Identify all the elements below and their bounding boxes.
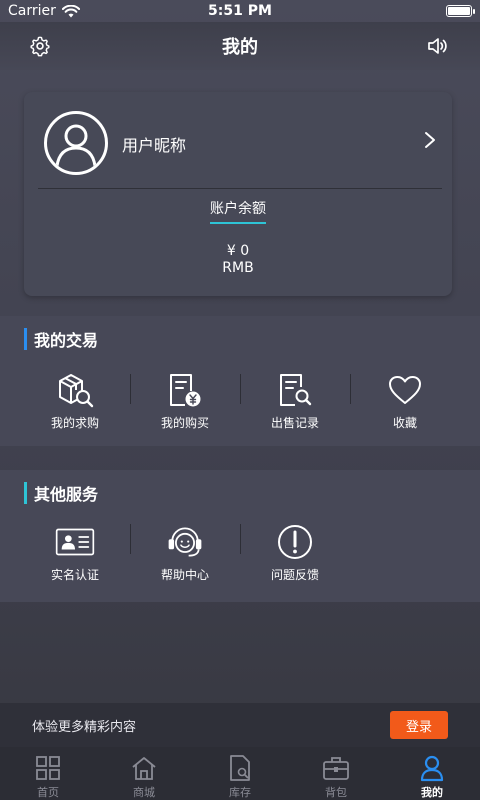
balance-unit: RMB <box>222 260 254 276</box>
trade-section: 我的交易 我的求购 我的购买 出售记录 收藏 <box>0 316 480 446</box>
tab-mall-label: 商城 <box>133 786 155 799</box>
battery-icon <box>446 5 475 17</box>
tab-bar: 首页 商城 库存 背包 我的 <box>0 747 480 800</box>
box-search-icon <box>55 370 95 410</box>
balance-label: 账户余额 <box>24 198 452 224</box>
exclamation-circle-icon <box>275 522 315 562</box>
tab-me[interactable]: 我的 <box>384 747 480 800</box>
favorites-label: 收藏 <box>392 416 417 430</box>
inventory-icon <box>225 754 255 782</box>
avatar[interactable] <box>44 111 108 175</box>
balance-label-text: 账户余额 <box>210 198 266 224</box>
id-card-icon <box>55 522 95 562</box>
help-center-label: 帮助中心 <box>160 568 209 582</box>
divider <box>38 188 442 189</box>
tab-mall[interactable]: 商城 <box>96 747 192 800</box>
nickname[interactable]: 用户昵称 <box>122 132 186 156</box>
home-icon <box>129 754 159 782</box>
status-left: Carrier <box>8 3 80 19</box>
login-prompt-text: 体验更多精彩内容 <box>32 719 137 735</box>
my-purchases-label: 我的购买 <box>160 416 209 430</box>
sound-button[interactable] <box>424 32 452 60</box>
tab-home-label: 首页 <box>37 786 59 799</box>
help-center-item[interactable]: 帮助中心 <box>130 522 240 592</box>
tab-home[interactable]: 首页 <box>0 747 96 800</box>
user-avatar-icon <box>55 124 97 167</box>
trade-section-title: 我的交易 <box>24 328 98 350</box>
heart-icon <box>385 370 425 410</box>
balance-value: ¥ 0 <box>226 243 250 259</box>
tab-me-label: 我的 <box>421 786 443 799</box>
chevron-right-icon[interactable] <box>422 130 438 150</box>
feedback-item[interactable]: 问题反馈 <box>240 522 350 592</box>
my-requests-label: 我的求购 <box>50 416 99 430</box>
page-title: 我的 <box>222 37 258 58</box>
wifi-icon <box>61 4 80 17</box>
tab-backpack[interactable]: 背包 <box>288 747 384 800</box>
real-name-auth-label: 实名认证 <box>50 568 99 582</box>
grid-icon <box>33 754 63 782</box>
services-section-title: 其他服务 <box>24 482 98 504</box>
my-requests-item[interactable]: 我的求购 <box>20 370 130 440</box>
profile-card[interactable]: 用户昵称 账户余额 ¥ 0 RMB <box>24 92 452 296</box>
favorites-item[interactable]: 收藏 <box>350 370 460 440</box>
backpack-icon <box>321 754 351 782</box>
services-section: 其他服务 实名认证 帮助中心 问题反馈 <box>0 470 480 602</box>
document-search-icon <box>275 370 315 410</box>
status-bar: Carrier 5:51 PM <box>0 0 480 22</box>
tab-inventory[interactable]: 库存 <box>192 747 288 800</box>
feedback-label: 问题反馈 <box>270 568 319 582</box>
real-name-auth-item[interactable]: 实名认证 <box>20 522 130 592</box>
person-icon <box>417 754 447 782</box>
sales-record-label: 出售记录 <box>270 416 319 430</box>
settings-button[interactable] <box>26 32 54 60</box>
login-button[interactable]: 登录 <box>390 711 448 739</box>
receipt-yuan-icon <box>165 370 205 410</box>
carrier-label: Carrier <box>8 3 56 19</box>
headset-icon <box>165 522 205 562</box>
tab-inventory-label: 库存 <box>229 786 251 799</box>
nav-bar: 我的 <box>0 22 480 70</box>
my-purchases-item[interactable]: 我的购买 <box>130 370 240 440</box>
sales-record-item[interactable]: 出售记录 <box>240 370 350 440</box>
speaker-icon <box>428 38 447 54</box>
gear-icon <box>30 36 50 57</box>
login-bar: 体验更多精彩内容 登录 <box>0 703 480 747</box>
tab-backpack-label: 背包 <box>325 786 347 799</box>
